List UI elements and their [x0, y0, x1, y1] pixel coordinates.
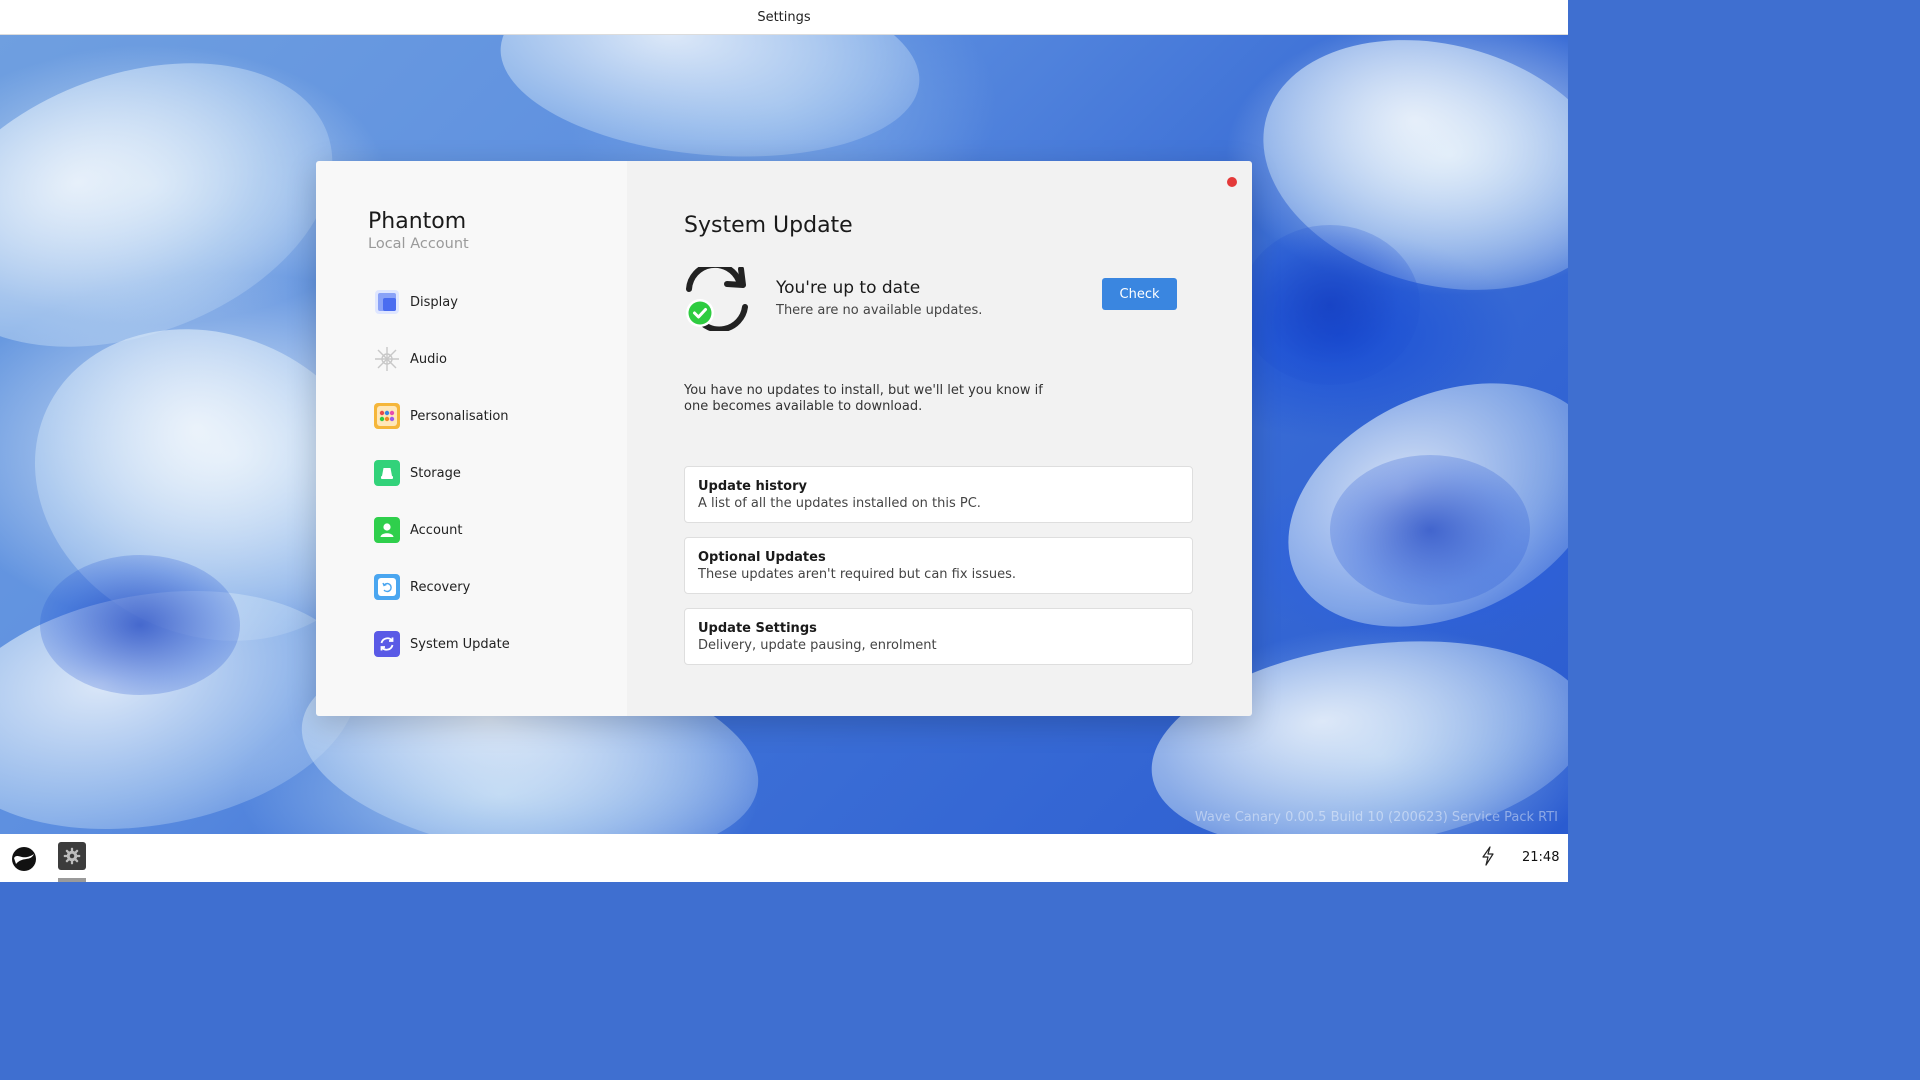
account-icon — [374, 517, 400, 543]
taskbar: 21:48 — [0, 834, 1568, 882]
sidebar-item-label: Recovery — [410, 579, 471, 595]
active-app-indicator — [58, 878, 86, 882]
taskbar-settings-app[interactable] — [58, 842, 86, 870]
profile-account-type: Local Account — [368, 236, 469, 252]
sidebar-item-label: Audio — [410, 351, 447, 367]
settings-window: Phantom Local Account Display Audio Pers… — [316, 161, 1252, 716]
bolt-icon[interactable] — [1480, 846, 1496, 866]
start-button[interactable] — [11, 846, 37, 872]
card-subtitle: Delivery, update pausing, enrolment — [698, 638, 937, 653]
window-title-bar: Settings — [0, 0, 1568, 35]
update-status-title: You're up to date — [776, 278, 921, 298]
sidebar-item-audio[interactable]: Audio — [374, 346, 604, 372]
sidebar-item-recovery[interactable]: Recovery — [374, 574, 604, 600]
sidebar-item-personalisation[interactable]: Personalisation — [374, 403, 604, 429]
palette-icon — [374, 403, 400, 429]
audio-icon — [374, 346, 400, 372]
window-title: Settings — [757, 9, 811, 25]
check-updates-button[interactable]: Check — [1102, 278, 1177, 310]
sidebar-item-system-update[interactable]: System Update — [374, 631, 604, 657]
card-title: Update history — [698, 479, 807, 494]
update-info-text: You have no updates to install, but we'l… — [684, 383, 1043, 414]
sidebar-item-label: Display — [410, 294, 458, 310]
sidebar-item-display[interactable]: Display — [374, 289, 604, 315]
update-history-card[interactable]: Update history A list of all the updates… — [684, 466, 1193, 523]
close-button[interactable] — [1227, 177, 1237, 187]
sidebar-item-label: System Update — [410, 636, 510, 652]
optional-updates-card[interactable]: Optional Updates These updates aren't re… — [684, 537, 1193, 594]
card-subtitle: These updates aren't required but can fi… — [698, 567, 1016, 582]
sidebar-item-label: Storage — [410, 465, 461, 481]
build-version-watermark: Wave Canary 0.00.5 Build 10 (200623) Ser… — [1194, 810, 1558, 825]
sidebar: Phantom Local Account Display Audio Pers… — [316, 161, 627, 716]
update-options-list: Update history A list of all the updates… — [684, 466, 1193, 679]
sidebar-nav: Display Audio Personalisation Storage Ac… — [374, 289, 604, 688]
storage-icon — [374, 460, 400, 486]
gear-icon — [63, 847, 81, 865]
sidebar-item-label: Personalisation — [410, 408, 509, 424]
start-logo-icon — [12, 847, 36, 871]
sidebar-item-account[interactable]: Account — [374, 517, 604, 543]
update-status-icon — [683, 261, 751, 333]
display-icon — [374, 289, 400, 315]
system-update-panel: System Update You're up to date There ar… — [627, 161, 1252, 716]
sync-icon — [374, 631, 400, 657]
sidebar-item-storage[interactable]: Storage — [374, 460, 604, 486]
update-settings-card[interactable]: Update Settings Delivery, update pausing… — [684, 608, 1193, 665]
sidebar-item-label: Account — [410, 522, 463, 538]
recovery-icon — [374, 574, 400, 600]
taskbar-clock[interactable]: 21:48 — [1522, 850, 1559, 865]
card-title: Update Settings — [698, 621, 817, 636]
update-status-subtitle: There are no available updates. — [776, 303, 983, 318]
profile-name: Phantom — [368, 209, 467, 234]
page-title: System Update — [684, 213, 853, 238]
card-title: Optional Updates — [698, 550, 826, 565]
card-subtitle: A list of all the updates installed on t… — [698, 496, 981, 511]
